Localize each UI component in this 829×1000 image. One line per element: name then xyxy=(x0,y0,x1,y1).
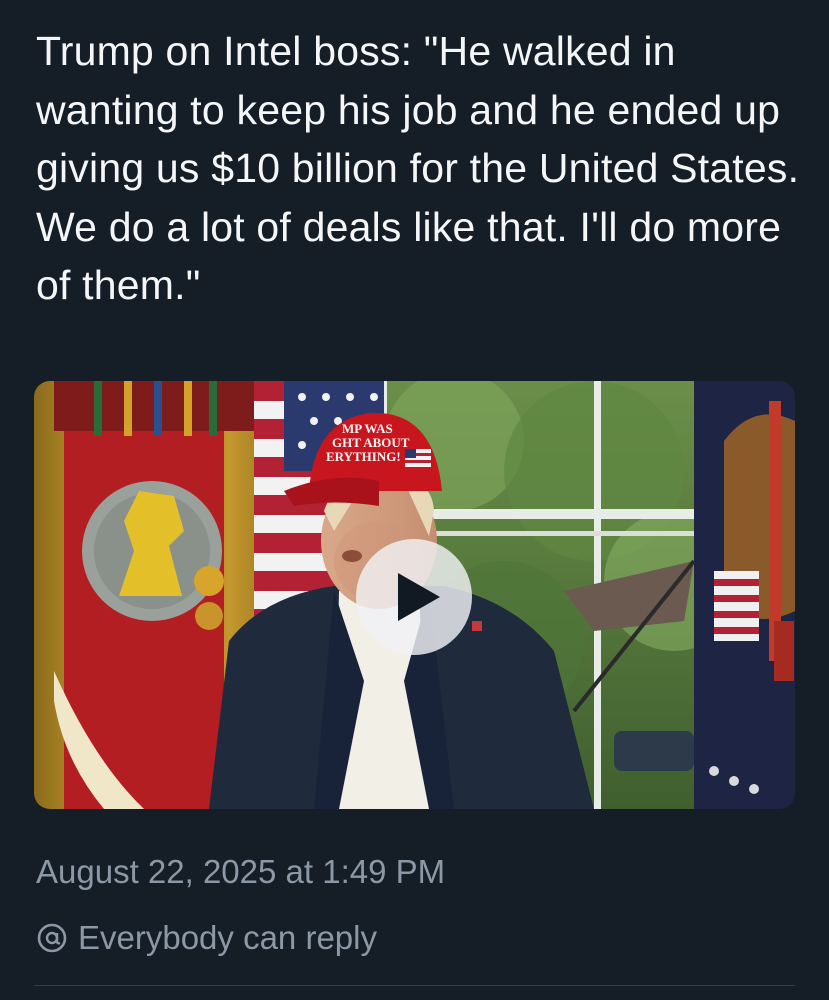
divider xyxy=(34,985,795,986)
post-timestamp[interactable]: August 22, 2025 at 1:49 PM xyxy=(36,850,445,894)
reply-setting[interactable]: Everybody can reply xyxy=(36,916,377,960)
play-icon xyxy=(398,573,440,621)
video-player[interactable]: RINE MP WAS GHT ABOUT ERYTHING! xyxy=(34,381,795,809)
hat-text-line-2: GHT ABOUT xyxy=(332,435,410,450)
play-button[interactable] xyxy=(356,539,472,655)
globe-at-icon xyxy=(37,923,67,953)
hat-text-line-1: MP WAS xyxy=(342,421,393,436)
hat-text-line-3: ERYTHING! xyxy=(326,449,401,464)
post-text: Trump on Intel boss: "He walked in wanti… xyxy=(36,28,800,308)
reply-setting-label: Everybody can reply xyxy=(78,919,377,956)
